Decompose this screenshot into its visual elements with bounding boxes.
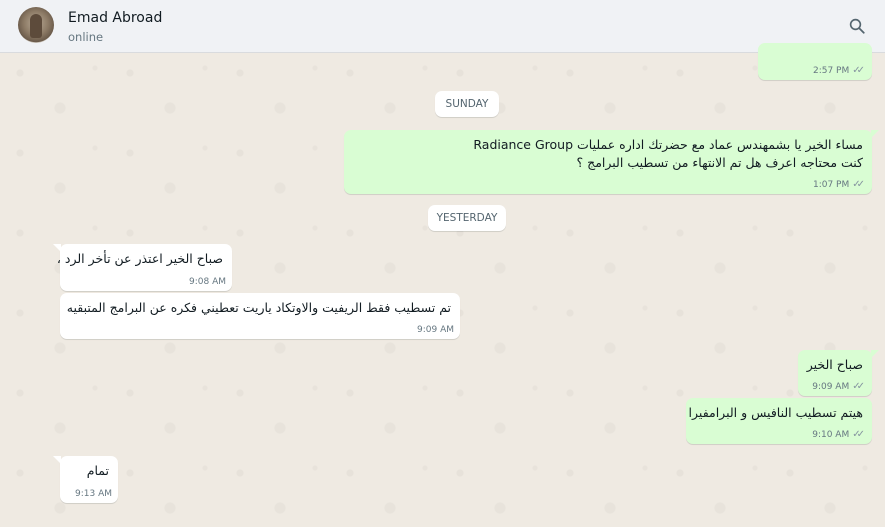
message-text-line: مساء الخير يا بشمهندس عماد مع حضرتك ادار…: [473, 137, 863, 152]
avatar-figure: [30, 14, 42, 38]
message-time: 2:57 PM: [812, 65, 850, 76]
message-text-line: كنت محتاجه اعرف هل تم الانتهاء من تسطيب …: [576, 155, 863, 170]
message-outgoing[interactable]: هيتم تسطيب النافيس و البرامفيرا 9:10 AM …: [686, 398, 872, 444]
message-text: صباح الخير: [806, 357, 863, 372]
message-time: 9:09 AM: [417, 325, 454, 335]
search-icon[interactable]: [848, 17, 866, 35]
message-outgoing[interactable]: 2:57 PM ✓✓: [758, 43, 872, 80]
message-incoming[interactable]: صباح الخير اعتذر عن تأخر الرد ، 9:08 AM: [53, 244, 232, 291]
date-divider: SUNDAY: [435, 91, 499, 117]
message-meta: 9:13 AM: [75, 489, 112, 499]
message-meta: 9:08 AM: [189, 277, 226, 287]
contact-name[interactable]: Emad Abroad: [68, 10, 162, 26]
date-divider-label: YESTERDAY: [436, 212, 498, 224]
message-incoming[interactable]: تم تسطيب فقط الريفيت والاوتكاد ياريت تعط…: [60, 293, 460, 339]
message-outgoing[interactable]: صباح الخير 9:09 AM ✓✓: [798, 350, 879, 396]
message-time: 9:09 AM: [812, 381, 850, 392]
message-incoming[interactable]: تمام 9:13 AM: [53, 456, 118, 503]
message-meta: 9:10 AM ✓✓: [812, 429, 865, 440]
chat-header: Emad Abroad online: [0, 0, 885, 53]
double-check-icon: ✓✓: [852, 179, 865, 190]
avatar[interactable]: [18, 7, 54, 43]
message-list[interactable]: 2:57 PM ✓✓ SUNDAY مساء الخير يا بشمهندس …: [0, 43, 885, 527]
chat-window: Emad Abroad online 2:57 PM ✓✓ SUNDAY مسا…: [0, 0, 885, 527]
message-time: 9:08 AM: [189, 277, 226, 287]
message-text: هيتم تسطيب النافيس و البرامفيرا: [688, 405, 863, 420]
double-check-icon: ✓✓: [852, 429, 865, 440]
message-time: 1:07 PM: [812, 179, 850, 190]
date-divider-label: SUNDAY: [445, 98, 489, 110]
message-meta: 9:09 AM ✓✓: [812, 381, 865, 392]
message-meta: 9:09 AM: [417, 325, 454, 335]
double-check-icon: ✓✓: [852, 381, 865, 392]
contact-status: online: [68, 30, 104, 44]
message-text: صباح الخير اعتذر عن تأخر الرد ،: [56, 251, 223, 266]
message-text: تم تسطيب فقط الريفيت والاوتكاد ياريت تعط…: [66, 300, 451, 315]
message-outgoing[interactable]: مساء الخير يا بشمهندس عماد مع حضرتك ادار…: [344, 130, 879, 194]
message-meta: 2:57 PM ✓✓: [812, 65, 865, 76]
message-time: 9:13 AM: [75, 489, 112, 499]
message-time: 9:10 AM: [812, 429, 850, 440]
message-meta: 1:07 PM ✓✓: [812, 179, 865, 190]
double-check-icon: ✓✓: [852, 65, 865, 76]
message-text: تمام: [86, 463, 109, 478]
date-divider: YESTERDAY: [428, 205, 506, 231]
